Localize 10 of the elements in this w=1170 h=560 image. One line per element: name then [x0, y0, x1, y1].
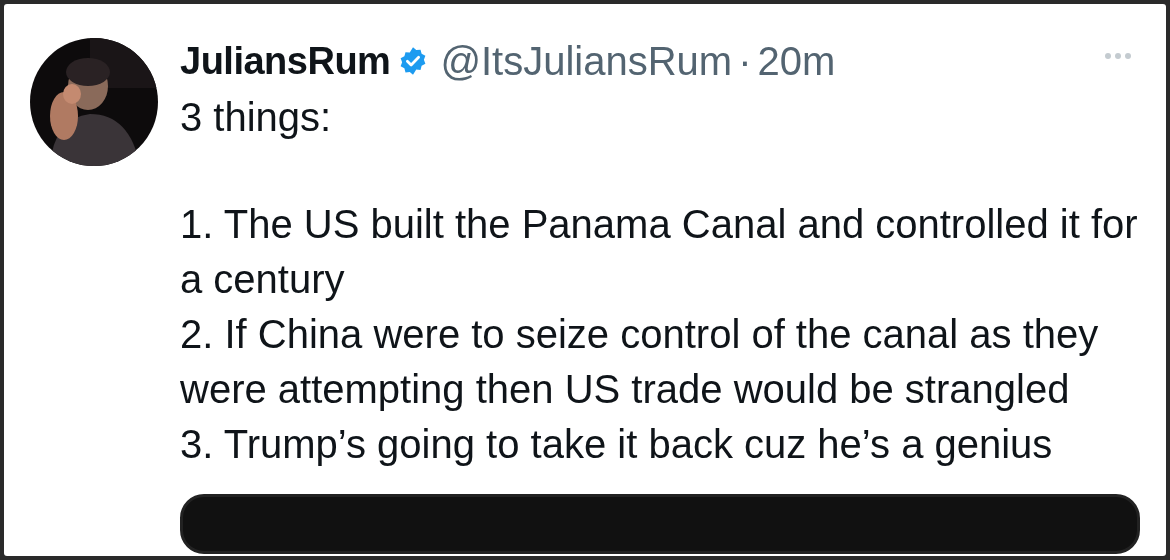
separator-dot: · [738, 38, 752, 85]
display-name[interactable]: JuliansRum [180, 32, 391, 90]
user-handle[interactable]: @ItsJuliansRum [440, 31, 733, 91]
post-text: 2. If China were to seize control of the canal as they were attempting then US trade would be strangled [180, 311, 1100, 413]
post-text: 1. The US built the Panama Canal and controlled it for a century [180, 201, 1139, 303]
post-text: 3. Trump’s going to take it back cuz he’s a genius [180, 421, 1054, 468]
post-time[interactable]: 20m [757, 31, 836, 91]
more-options-icon[interactable] [1104, 52, 1132, 60]
attached-card[interactable] [180, 494, 1140, 554]
post-intro: 3 things: [180, 94, 333, 141]
